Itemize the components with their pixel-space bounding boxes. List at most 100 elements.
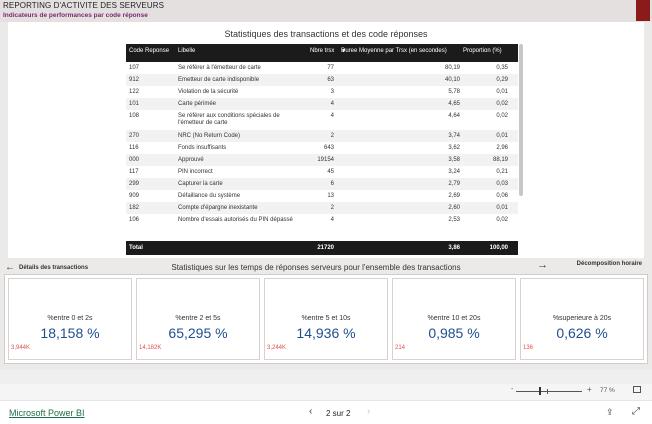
total-label: Total — [129, 245, 143, 251]
zoom-slider-thumb[interactable] — [539, 387, 541, 395]
cell-proportion: 0,06 — [496, 193, 508, 199]
cell-code: 270 — [129, 133, 140, 139]
cell-proportion: 0,01 — [496, 205, 508, 211]
kpi-count: 214 — [395, 345, 406, 351]
cell-libelle: Carte périmée — [178, 101, 217, 107]
cell-duree: 3,74 — [448, 133, 460, 139]
table-row[interactable]: 107 Se référer à l'émetteur de carte 77 … — [126, 62, 518, 74]
cell-libelle: Capturer la carte — [178, 181, 223, 187]
cell-code: 000 — [129, 157, 140, 163]
powerbi-viewer: REPORTING D'ACTIVITE DES SERVEURS Indica… — [0, 0, 652, 424]
kpi-card[interactable]: %entre 5 et 10s 14,936 % 3,244K — [264, 278, 388, 360]
zoom-slider-tick — [547, 389, 548, 394]
cell-duree: 3,24 — [448, 169, 460, 175]
cell-nbre: 2 — [330, 133, 334, 139]
cell-nbre: 4 — [330, 217, 334, 223]
col-header-nbre[interactable]: Nbre trsx — [310, 48, 334, 54]
table-row[interactable]: 117 PIN incorrect 45 3,24 0,21 — [126, 166, 518, 178]
zoom-in-button[interactable]: + — [587, 385, 592, 394]
table-row[interactable]: 122 Violation de la sécurité 3 5,78 0,01 — [126, 86, 518, 98]
total-duree: 3,86 — [448, 245, 460, 251]
kpi-count: 3,244K — [267, 345, 287, 351]
cell-code: 909 — [129, 193, 140, 199]
table-row[interactable]: 912 Emetteur de carte indisponible 63 40… — [126, 74, 518, 86]
cell-nbre: 77 — [327, 65, 334, 71]
cell-nbre: 6 — [330, 181, 334, 187]
table-row[interactable]: 101 Carte périmée 4 4,65 0,02 — [126, 98, 518, 110]
cell-duree: 40,10 — [444, 77, 460, 83]
table-header: Code Reponse Libelle Nbre trsx Duree Moy… — [126, 44, 518, 62]
cell-proportion: 0,35 — [496, 65, 508, 71]
fullscreen-icon[interactable]: ⤢ — [632, 406, 640, 417]
cell-proportion: 0,01 — [496, 89, 508, 95]
kpi-value: 14,936 % — [296, 325, 356, 341]
fit-to-page-icon[interactable] — [633, 386, 641, 393]
share-icon[interactable]: ⇪ — [606, 407, 614, 418]
kpi-label: %entre 10 et 20s — [427, 315, 481, 322]
kpi-value: 65,295 % — [168, 325, 228, 341]
table-total-row: Total 21720 3,86 100,00 — [126, 241, 518, 255]
kpi-card[interactable]: %entre 2 et 5s 65,295 % 14,182K — [136, 278, 260, 360]
cell-nbre: 19154 — [317, 157, 334, 163]
cell-code: 108 — [129, 113, 140, 119]
table-row[interactable]: 106 Nombre d'essais autorisés du PIN dép… — [126, 214, 518, 234]
cell-proportion: 0,03 — [496, 181, 508, 187]
cell-duree: 5,78 — [448, 89, 460, 95]
response-code-table[interactable]: Code Reponse Libelle Nbre trsx Duree Moy… — [126, 44, 518, 255]
cell-proportion: 0,02 — [496, 101, 508, 107]
footer-bar: Microsoft Power BI ‹ 2 sur 2 › ⇪ ⤢ — [0, 400, 652, 424]
zoom-slider-track[interactable] — [516, 391, 582, 392]
cell-code: 182 — [129, 205, 140, 211]
kpi-label: %entre 5 et 10s — [301, 315, 351, 322]
page-indicator: 2 sur 2 — [326, 409, 351, 418]
cell-duree: 3,58 — [448, 157, 460, 163]
cell-nbre: 63 — [327, 77, 334, 83]
report-canvas: REPORTING D'ACTIVITE DES SERVEURS Indica… — [0, 0, 652, 370]
cell-code: 116 — [129, 145, 139, 151]
kpi-card[interactable]: %entre 10 et 20s 0,985 % 214 — [392, 278, 516, 360]
cell-code: 107 — [129, 65, 140, 71]
kpi-cards-panel: %entre 0 et 2s 18,158 % 3,944K %entre 2 … — [4, 274, 648, 364]
table-row[interactable]: 182 Compte d'épargne inexistante 2 2,60 … — [126, 202, 518, 214]
col-header-proportion[interactable]: Proportion (%) — [463, 48, 502, 54]
nav-decomposition-horaire[interactable]: Décomposition horaire — [577, 261, 642, 267]
kpi-card[interactable]: %entre 0 et 2s 18,158 % 3,944K — [8, 278, 132, 360]
table-row[interactable]: 000 Approuvé 19154 3,58 88,19 — [126, 154, 518, 166]
cell-nbre: 45 — [327, 169, 334, 175]
cell-code: 122 — [129, 89, 140, 95]
table-row[interactable]: 270 NRC (No Return Code) 2 3,74 0,01 — [126, 130, 518, 142]
total-nbre: 21720 — [317, 245, 334, 251]
kpi-count: 14,182K — [139, 345, 162, 351]
header-accent-block — [636, 0, 650, 21]
arrow-right-icon[interactable]: → — [537, 259, 548, 271]
chevron-left-icon[interactable]: ‹ — [309, 406, 312, 417]
col-header-code[interactable]: Code Reponse — [129, 48, 169, 54]
kpi-count: 136 — [523, 345, 534, 351]
cell-duree: 4,64 — [448, 113, 460, 119]
cell-libelle: Défaillance du système — [178, 193, 241, 199]
col-header-duree[interactable]: Duree Moyenne par Trsx (en secondes) — [341, 48, 447, 54]
cell-proportion: 0,02 — [496, 113, 508, 119]
cell-code: 117 — [129, 169, 139, 175]
cell-proportion: 2,96 — [496, 145, 508, 151]
table-scrollbar[interactable] — [519, 44, 523, 196]
zoom-out-button[interactable]: - — [511, 386, 513, 393]
kpi-label: %entre 2 et 5s — [175, 315, 221, 322]
kpi-card[interactable]: %superieure à 20s 0,626 % 136 — [520, 278, 644, 360]
cell-duree: 2,79 — [448, 181, 460, 187]
chevron-right-icon[interactable]: › — [367, 406, 370, 417]
cell-libelle: Compte d'épargne inexistante — [178, 205, 258, 211]
table-row[interactable]: 909 Défaillance du système 13 2,69 0,06 — [126, 190, 518, 202]
kpi-value: 0,985 % — [428, 325, 480, 341]
table-row[interactable]: 108 Se référer aux conditions spéciales … — [126, 110, 518, 130]
total-proportion: 100,00 — [489, 245, 508, 251]
col-header-libelle[interactable]: Libelle — [178, 48, 195, 54]
kpi-label: %entre 0 et 2s — [47, 315, 93, 322]
cell-libelle: Fonds insuffisants — [178, 145, 227, 151]
powerbi-link[interactable]: Microsoft Power BI — [9, 408, 85, 418]
table-row[interactable]: 116 Fonds insuffisants 643 3,62 2,96 — [126, 142, 518, 154]
table-row[interactable]: 299 Capturer la carte 6 2,79 0,03 — [126, 178, 518, 190]
kpi-count: 3,944K — [11, 345, 31, 351]
report-header: REPORTING D'ACTIVITE DES SERVEURS Indica… — [0, 0, 652, 22]
cell-nbre: 2 — [330, 205, 334, 211]
